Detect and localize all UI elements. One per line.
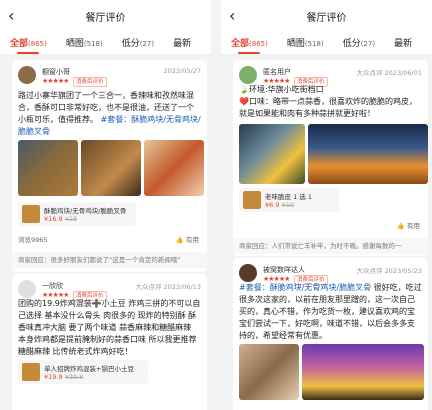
tab-all[interactable]: 全部(865) [231,36,268,54]
tab-low-score[interactable]: 低分(27) [122,36,154,54]
dish-tag[interactable]: #套餐：酥脆鸡块/无骨鸡块/脆脆叉骨 [239,283,371,292]
left-screen: ‹ 餐厅评价 全部(865) 晒图(518) 低分(27) 最新 橱窗小哥 ★★… [0,0,211,410]
review-photos [239,344,427,400]
product-card[interactable]: 老味脆皮 1 选 1 ¥6.9 ¥10 [239,188,339,212]
photo[interactable] [18,140,78,196]
reviewer-name[interactable]: 被窝数咩达人 [263,265,305,275]
review-text: #套餐：酥脆鸡块/无骨鸡块/脆脆叉骨 很好吃，吃过很多次这家的，以前在朋友那里蹭… [239,283,422,340]
photo[interactable] [239,344,299,400]
review-date: 大众点评 2023/06/13 [135,283,201,291]
photo[interactable] [302,344,424,400]
review-text: 路过小寨华旗团了一个三合一，香辣味和孜然味混合，香酥可口非常好吃，也不是很油，还… [18,91,201,136]
page: ‹ 餐厅评价 全部(865) 晒图(518) 低分(27) 最新 橱窗小哥 ★★… [0,0,432,410]
right-screen: ‹ 餐厅评价 全部(865) 晒图(518) 低分(27) 最新 匿名用户 ★★… [221,0,432,410]
review-card: 橱窗小哥 ★★★★★ 消费后评价 2023/05/27 路过小寨华旗团了一个三合… [12,60,207,272]
photo[interactable] [144,140,204,196]
photo[interactable] [239,124,305,184]
product-name: 老味脆皮 1 选 1 [265,193,312,201]
filter-tabs: 全部(865) 晒图(518) 低分(27) 最新 [0,32,211,55]
review-photos [18,140,207,196]
product-price: ¥19.9 ¥29.8 [44,373,84,381]
merchant-reply[interactable]: 商家回应：很多好朋友们都说了“这是一个肯定的新闻哦” [12,252,207,268]
review-card: 匿名用户 ★★★★★ 消费后评价 大众点评 2023/06/01 🍃环境:华旗小… [233,60,428,256]
tab-all[interactable]: 全部(865) [10,36,47,54]
page-title: 餐厅评价 [306,13,347,24]
product-card[interactable]: 酥脆鸡块/无骨鸡块/脆脆叉骨 ¥16.9 ¥28 [18,202,136,226]
review-card: 被窝数咩达人 ★★★★★ 消费后评价 大众点评 2023/05/23 #套餐：酥… [233,258,428,410]
badge: 消费后评价 [73,77,107,87]
view-count: 浏览9965 [18,236,48,244]
review-card: 一欣欣 ★★★★★ 消费后评价 大众点评 2023/06/13 团购的19.9炸… [12,274,207,410]
useful-button[interactable]: 👍 有用 [176,234,199,244]
product-thumbnail [22,205,40,223]
product-price: ¥16.9 ¥28 [44,215,78,223]
filter-tabs: 全部(865) 晒图(518) 低分(27) 最新 [221,32,432,55]
reviewer-name[interactable]: 匿名用户 [263,67,291,77]
review-text: 团购的19.9炸鸡混装➕小土豆 炸鸡三拼的不可以自己选择 基本没什么骨头 肉很多… [18,299,201,356]
product-name: 酥脆鸡块/无骨鸡块/脆脆叉骨 [44,207,127,215]
avatar[interactable] [18,66,36,84]
header: ‹ 餐厅评价 [0,0,211,32]
photo[interactable] [81,140,141,196]
reviewer-name[interactable]: 橱窗小哥 [42,67,70,77]
review-date: 大众点评 2023/05/23 [356,267,422,275]
header: ‹ 餐厅评价 [221,0,432,32]
review-text: 🍃环境:华旗小吃街档口 ❤️口味：略带一点蒜香，很喜欢炸的脆脆的鸡皮，就是如果能和… [239,85,417,118]
avatar[interactable] [239,264,257,282]
rating-stars-icon: ★★★★★ [42,77,69,85]
avatar[interactable] [18,280,36,298]
avatar[interactable] [239,66,257,84]
product-thumbnail [22,363,40,381]
product-name: 单人招牌炸鸡混装+锅巴小土豆 [44,365,134,373]
page-title: 餐厅评价 [85,13,126,24]
merchant-reply[interactable]: 商家回应：人们常说亡羊补牢，为时不晚。感谢每数的一 [233,238,428,254]
product-price: ¥6.9 ¥10 [265,201,294,209]
tab-latest[interactable]: 最新 [173,36,191,54]
useful-button[interactable]: 👍 有用 [397,220,420,230]
photo[interactable] [308,124,428,184]
product-thumbnail [243,191,261,209]
reviewer-name[interactable]: 一欣欣 [42,281,63,291]
tab-photos[interactable]: 晒图(518) [287,36,324,54]
tab-latest[interactable]: 最新 [394,36,412,54]
review-date: 2023/05/27 [163,67,201,75]
product-card[interactable]: 单人招牌炸鸡混装+锅巴小土豆 ¥19.9 ¥29.8 [18,360,148,384]
review-photos [239,124,428,184]
tab-low-score[interactable]: 低分(27) [343,36,375,54]
review-date: 大众点评 2023/06/01 [356,69,422,77]
tab-photos[interactable]: 晒图(518) [66,36,103,54]
